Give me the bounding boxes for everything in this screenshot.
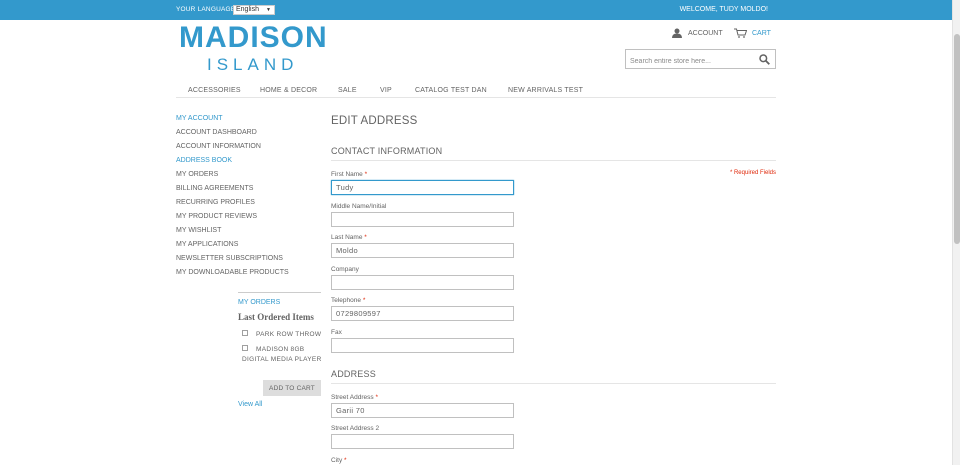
view-all-link[interactable]: View All <box>238 401 262 408</box>
company-label: Company <box>331 266 359 273</box>
required-fields-note: * Required Fields <box>729 170 776 176</box>
company-field[interactable] <box>331 275 514 290</box>
sidebar-item-downloadable-products[interactable]: MY DOWNLOADABLE PRODUCTS <box>176 269 289 276</box>
required-marker: * <box>364 234 367 241</box>
nav-item-new-arrivals-test[interactable]: NEW ARRIVALS TEST <box>508 87 583 94</box>
ordered-item-name-continued[interactable]: DIGITAL MEDIA PLAYER <box>242 356 322 363</box>
language-select-value: English <box>236 6 259 13</box>
search-input[interactable] <box>626 52 756 71</box>
main-nav: ACCESSORIES HOME & DECOR SALE VIP CATALO… <box>176 83 776 98</box>
nav-item-home-decor[interactable]: HOME & DECOR <box>260 87 317 94</box>
sidebar-item-applications[interactable]: MY APPLICATIONS <box>176 241 238 248</box>
sidebar-item-newsletter[interactable]: NEWSLETTER SUBSCRIPTIONS <box>176 255 283 262</box>
last-name-label: Last Name * <box>331 234 367 241</box>
required-marker: * <box>364 171 368 178</box>
ordered-item-name[interactable]: PARK ROW THROW <box>256 331 321 338</box>
sidebar-title: MY ACCOUNT <box>176 115 223 122</box>
cart-icon <box>734 28 747 38</box>
account-label: ACCOUNT <box>688 29 723 37</box>
orders-block-heading: Last Ordered Items <box>238 312 314 322</box>
nav-item-catalog-test-dan[interactable]: CATALOG TEST DAN <box>415 87 487 94</box>
orders-block-title[interactable]: MY ORDERS <box>238 299 280 306</box>
street-address-field[interactable]: Garii 70 <box>331 403 514 418</box>
last-name-field[interactable]: Moldo <box>331 243 514 258</box>
required-marker: * <box>362 297 366 304</box>
contact-section-title: CONTACT INFORMATION <box>331 146 443 156</box>
chevron-down-icon: ▼ <box>266 7 271 13</box>
nav-item-vip[interactable]: VIP <box>380 87 392 94</box>
required-marker: * <box>375 394 378 401</box>
sidebar-item-recurring-profiles[interactable]: RECURRING PROFILES <box>176 199 255 206</box>
city-label: City * <box>331 457 347 464</box>
person-icon <box>672 28 682 38</box>
language-select[interactable]: English ▼ <box>233 5 275 15</box>
address-section-title: ADDRESS <box>331 369 376 379</box>
sidebar-item-wishlist[interactable]: MY WISHLIST <box>176 227 221 234</box>
first-name-label: First Name * <box>331 171 368 178</box>
fax-field[interactable] <box>331 338 514 353</box>
search-icon[interactable] <box>759 54 770 65</box>
language-label: YOUR LANGUAGE: <box>176 6 238 13</box>
sidebar-item-address-book[interactable]: ADDRESS BOOK <box>176 157 232 164</box>
welcome-message: WELCOME, TUDY MOLDO! <box>679 6 768 13</box>
first-name-field[interactable]: Tudy <box>331 180 514 195</box>
sidebar-item-my-orders[interactable]: MY ORDERS <box>176 171 218 178</box>
middle-name-field[interactable] <box>331 212 514 227</box>
street-address-2-label: Street Address 2 <box>331 425 380 432</box>
page-scrollbar[interactable] <box>952 0 960 465</box>
nav-item-sale[interactable]: SALE <box>338 87 357 94</box>
page-title: EDIT ADDRESS <box>331 115 418 127</box>
nav-item-accessories[interactable]: ACCESSORIES <box>188 87 241 94</box>
street-address-2-field[interactable] <box>331 434 514 449</box>
logo-sub-text[interactable]: ISLAND <box>207 55 298 75</box>
sidebar-item-billing-agreements[interactable]: BILLING AGREEMENTS <box>176 185 253 192</box>
item-checkbox[interactable] <box>242 345 248 351</box>
required-marker: * <box>344 457 347 464</box>
sidebar-item-product-reviews[interactable]: MY PRODUCT REVIEWS <box>176 213 257 220</box>
street-address-label: Street Address * <box>331 394 378 401</box>
sidebar-item-account-dashboard[interactable]: ACCOUNT DASHBOARD <box>176 129 257 136</box>
middle-name-label: Middle Name/Initial <box>331 203 387 210</box>
telephone-label: Telephone * <box>331 297 366 304</box>
section-divider <box>331 383 776 384</box>
cart-label: CART <box>752 29 771 37</box>
fax-label: Fax <box>331 329 342 336</box>
last-ordered-block: MY ORDERS Last Ordered Items PARK ROW TH… <box>238 292 321 363</box>
top-bar: YOUR LANGUAGE: English ▼ WELCOME, TUDY M… <box>0 0 952 20</box>
telephone-field[interactable]: 0729809597 <box>331 306 514 321</box>
cart-link[interactable]: CART <box>734 27 771 39</box>
item-checkbox[interactable] <box>242 330 248 336</box>
add-to-cart-button[interactable]: ADD TO CART <box>263 380 321 396</box>
sidebar-item-account-information[interactable]: ACCOUNT INFORMATION <box>176 143 261 150</box>
logo-main-text[interactable]: MADISON <box>179 21 328 55</box>
search-box <box>625 49 776 71</box>
section-divider <box>331 160 776 161</box>
account-link[interactable]: ACCOUNT <box>672 27 723 39</box>
scrollbar-thumb[interactable] <box>954 34 960 244</box>
ordered-item-name[interactable]: MADISON 8GB <box>256 346 304 353</box>
